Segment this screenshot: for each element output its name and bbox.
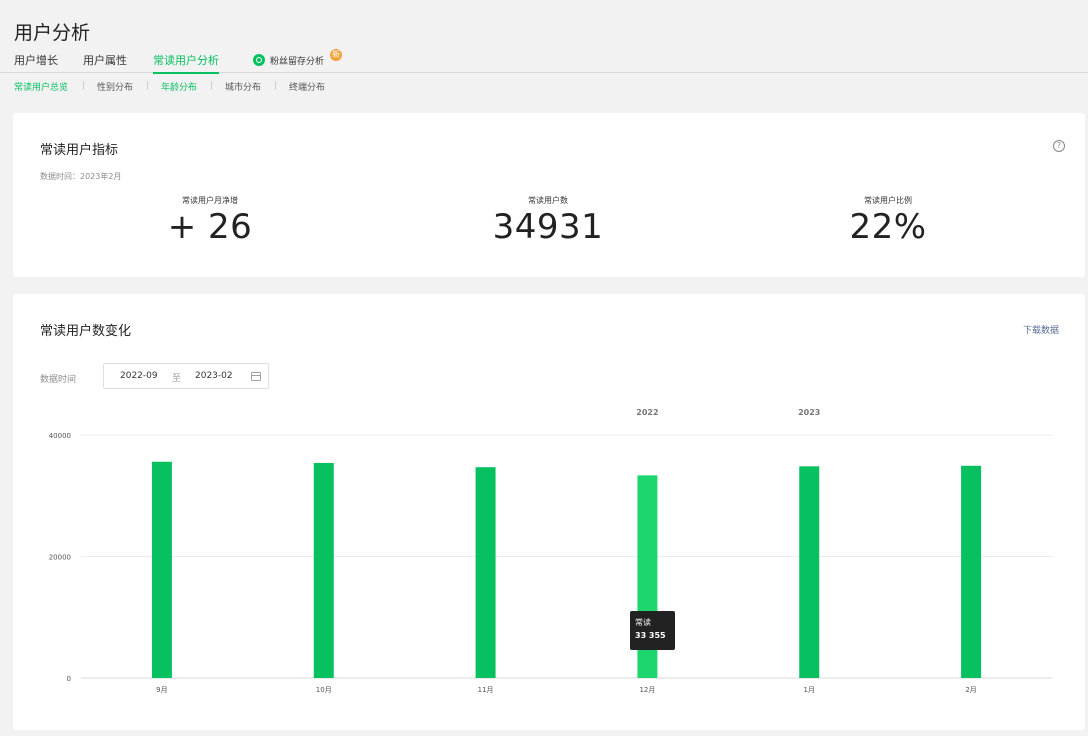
metric-reader-ratio: 常读用户比例 22%	[738, 195, 1038, 247]
subtab-overview[interactable]: 常读用户总览	[14, 80, 68, 93]
metric-value: 34931	[492, 207, 604, 247]
chart-bar[interactable]	[799, 466, 820, 678]
metric-net-growth: 常读用户月净增 + 26	[60, 195, 360, 247]
chart-bar[interactable]	[961, 465, 982, 678]
fan-retention-icon	[253, 54, 265, 66]
metrics-card: 常读用户指标 ? 数据时间：2023年2月 常读用户月净增 + 26 常读用户数…	[13, 113, 1085, 277]
metric-reader-count: 常读用户数 34931	[398, 195, 698, 247]
subtab-gender[interactable]: 性别分布	[97, 80, 133, 93]
trend-card: 常读用户数变化 下载数据 数据时间 2022-09 至 2023-02 0 200…	[13, 294, 1085, 730]
page-title: 用户分析	[14, 22, 91, 44]
metric-value: 22%	[849, 207, 927, 247]
tab-frequent-readers[interactable]: 常读用户分析	[153, 52, 219, 74]
metric-label: 常读用户数	[528, 196, 568, 205]
subtab-divider	[83, 81, 84, 90]
reader-count-chart: 0 20000 40000 9月 10月 11月 12月 1月 2月 2022 2023	[49, 408, 1052, 694]
y-tick-label: 40000	[49, 432, 71, 440]
subtab-device[interactable]: 终端分布	[289, 80, 325, 93]
tab-user-attributes[interactable]: 用户属性	[83, 52, 127, 68]
subtab-city[interactable]: 城市分布	[225, 80, 261, 93]
metric-label: 常读用户比例	[864, 196, 912, 205]
chart-bar[interactable]	[151, 461, 172, 678]
metric-value: + 26	[167, 207, 253, 247]
year-label: 2022	[636, 408, 658, 417]
tab-user-growth[interactable]: 用户增长	[14, 52, 58, 68]
subtab-age[interactable]: 年龄分布	[161, 80, 197, 93]
year-label: 2023	[798, 408, 820, 417]
metrics-data-time: 数据时间：2023年2月	[40, 172, 122, 181]
x-tick-label: 2月	[965, 686, 976, 694]
x-tick-label: 11月	[478, 686, 494, 694]
x-tick-label: 10月	[316, 686, 332, 694]
chart-bar[interactable]	[313, 462, 334, 678]
subtab-divider	[275, 81, 276, 90]
metrics-card-title: 常读用户指标	[40, 143, 119, 158]
tooltip-series: 常读	[635, 618, 651, 627]
tooltip-value: 33 355	[635, 631, 666, 640]
main-tabs: 用户增长 用户属性 常读用户分析 粉丝留存分析	[0, 48, 1088, 74]
x-tick-label: 9月	[156, 686, 167, 694]
help-icon[interactable]: ?	[1053, 140, 1065, 152]
new-badge: 新	[330, 49, 342, 61]
subtab-divider	[211, 81, 212, 90]
tab-fan-retention[interactable]: 粉丝留存分析	[270, 54, 324, 67]
x-tick-label: 12月	[639, 686, 655, 694]
y-tick-label: 0	[67, 675, 71, 683]
x-tick-label: 1月	[804, 686, 815, 694]
subtab-divider	[147, 81, 148, 90]
chart-bar[interactable]	[475, 467, 496, 678]
y-tick-label: 20000	[49, 554, 71, 562]
metric-label: 常读用户月净增	[182, 196, 238, 205]
chart-tooltip: 常读 33 355	[630, 611, 675, 650]
